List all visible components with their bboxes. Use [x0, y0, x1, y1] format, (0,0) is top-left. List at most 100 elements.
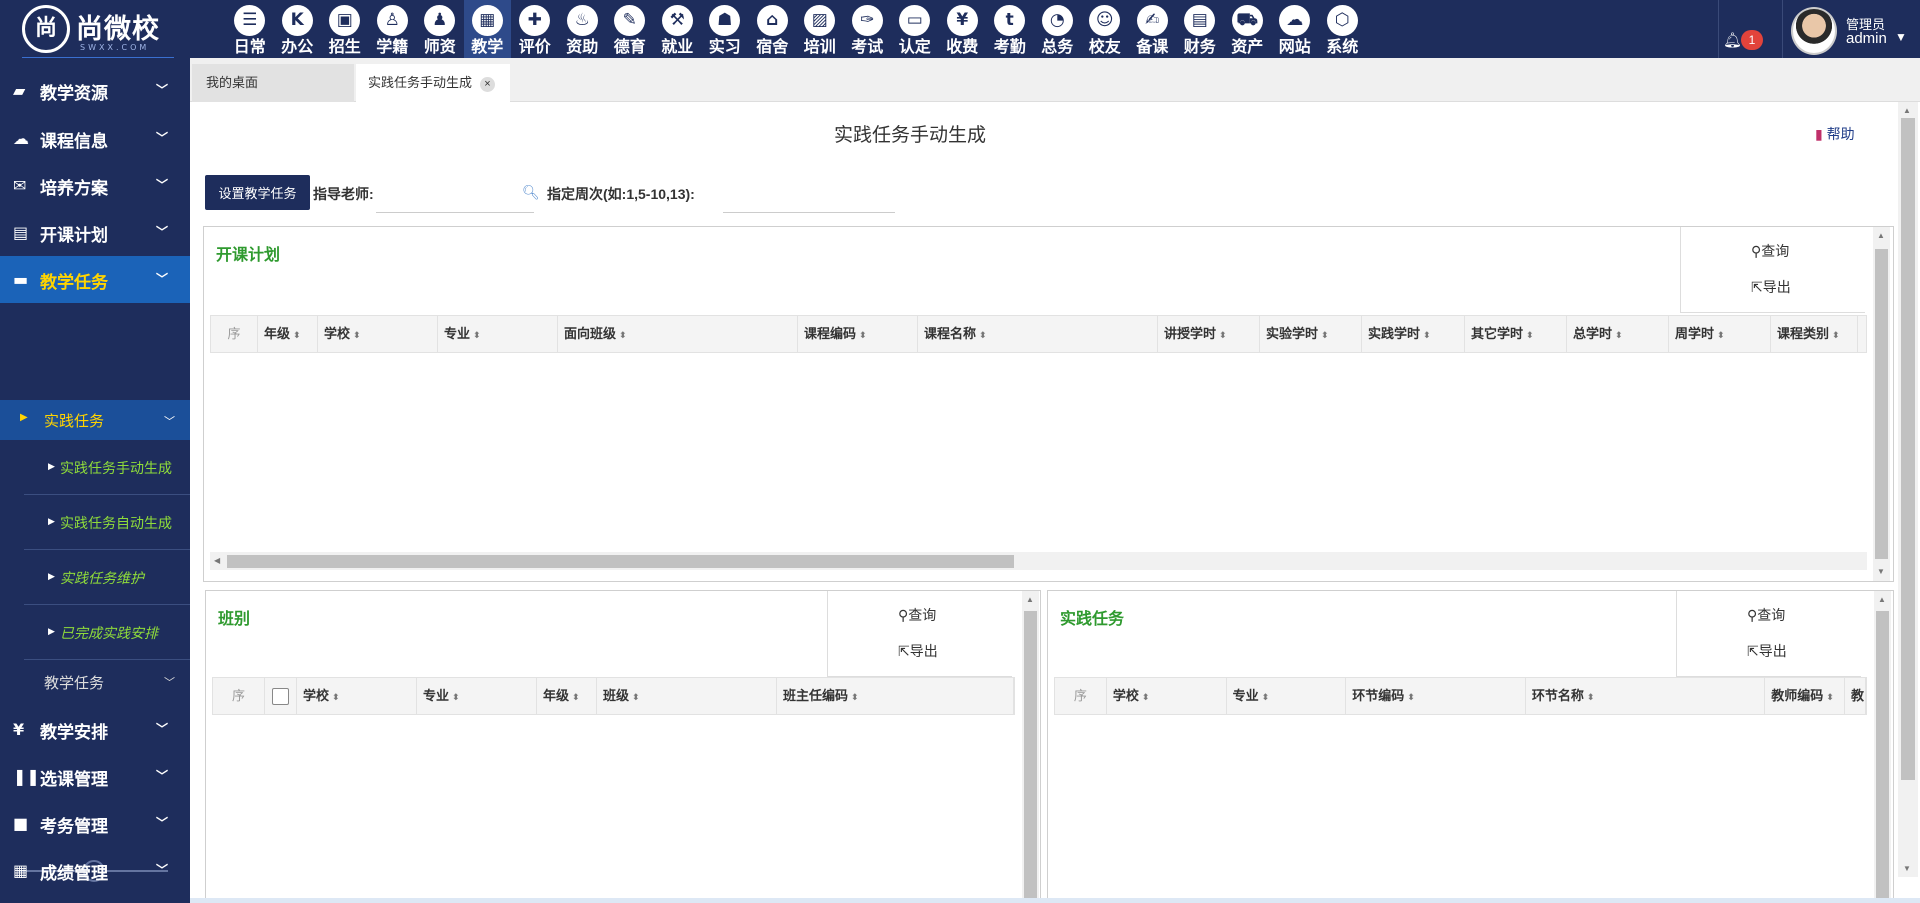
sidebar-leaf-maintain[interactable]: ▶ 实践任务维护: [24, 550, 190, 605]
scroll-up-icon[interactable]: ▲: [1026, 595, 1034, 604]
sort-icon[interactable]: ⬍: [1587, 692, 1595, 702]
sort-icon[interactable]: ⬍: [619, 330, 627, 340]
search-icon[interactable]: 🔍︎: [522, 184, 540, 201]
sort-icon[interactable]: ⬍: [452, 692, 460, 702]
nav-item-21[interactable]: ⛟ 资产: [1224, 0, 1272, 58]
sort-icon[interactable]: ⬍: [859, 330, 867, 340]
close-icon[interactable]: ×: [480, 77, 496, 92]
sort-icon[interactable]: ⬍: [632, 692, 640, 702]
column-header[interactable]: 环节编码 ⬍: [1346, 678, 1526, 714]
plan-vscroll-thumb[interactable]: [1875, 249, 1888, 559]
nav-item-17[interactable]: ◔ 总务: [1034, 0, 1082, 58]
sort-icon[interactable]: ⬍: [293, 330, 301, 340]
class-vscroll[interactable]: ▲: [1022, 591, 1039, 902]
sort-icon[interactable]: ⬍: [851, 692, 859, 702]
column-header[interactable]: 实践学时 ⬍: [1362, 316, 1465, 352]
column-header[interactable]: 年级 ⬍: [258, 316, 318, 352]
plan-hscroll-thumb[interactable]: [227, 555, 1014, 568]
nav-item-20[interactable]: ▤ 财务: [1176, 0, 1224, 58]
column-header[interactable]: 教师编码 ⬍: [1765, 678, 1846, 714]
sidebar-group-2[interactable]: ✉ 培养方案 ﹀: [0, 162, 190, 209]
sort-icon[interactable]: ⬍: [1826, 692, 1834, 702]
sort-icon[interactable]: ⬍: [1423, 330, 1431, 340]
column-header[interactable]: 课程名称 ⬍: [918, 316, 1158, 352]
nav-item-0[interactable]: ☰ 日常: [226, 0, 274, 58]
sort-icon[interactable]: ⬍: [1615, 330, 1623, 340]
nav-item-3[interactable]: ♙ 学籍: [369, 0, 417, 58]
caret-down-icon[interactable]: ▼: [1895, 30, 1907, 44]
avatar[interactable]: [1791, 7, 1837, 55]
nav-item-19[interactable]: ✍ 备课: [1129, 0, 1177, 58]
sort-icon[interactable]: ⬍: [1407, 692, 1415, 702]
column-header[interactable]: 学校 ⬍: [1107, 678, 1227, 714]
export-button[interactable]: ⇱导出: [1751, 277, 1791, 297]
nav-item-7[interactable]: ♨ 资助: [559, 0, 607, 58]
column-header[interactable]: [265, 678, 297, 714]
column-header[interactable]: 实验学时 ⬍: [1260, 316, 1362, 352]
sidebar-leaf-auto[interactable]: ▶ 实践任务自动生成: [24, 495, 190, 550]
sort-icon[interactable]: ⬍: [1717, 330, 1725, 340]
scroll-up-icon[interactable]: ▲: [1878, 595, 1886, 604]
nav-item-15[interactable]: ¥ 收费: [939, 0, 987, 58]
sort-icon[interactable]: ⬍: [979, 330, 987, 340]
scroll-up-icon[interactable]: ▲: [1903, 106, 1911, 115]
notifications[interactable]: 🔔︎ 1: [1713, 0, 1783, 58]
column-header[interactable]: 面向班级 ⬍: [558, 316, 798, 352]
page-vscroll[interactable]: ▲ ▼: [1898, 102, 1918, 877]
sort-icon[interactable]: ⬍: [353, 330, 361, 340]
nav-item-4[interactable]: ♟ 师资: [416, 0, 464, 58]
nav-item-2[interactable]: ▣ 招生: [321, 0, 369, 58]
sidebar-sub-teaching-task[interactable]: 教学任务 ﹀: [0, 660, 190, 704]
app-logo[interactable]: 尚 尚微校 SWXX.COM: [22, 5, 177, 59]
page-vscroll-thumb[interactable]: [1901, 118, 1915, 780]
plan-hscroll[interactable]: ◀: [210, 552, 1867, 570]
column-header[interactable]: 其它学时 ⬍: [1465, 316, 1567, 352]
scroll-left-icon[interactable]: ◀: [214, 556, 220, 565]
sidebar-group-1[interactable]: ☁ 课程信息 ﹀: [0, 115, 190, 162]
sidebar-group-0[interactable]: ▰ 教学资源 ﹀: [0, 67, 190, 114]
user-name[interactable]: admin: [1846, 30, 1887, 47]
column-header[interactable]: 讲授学时 ⬍: [1158, 316, 1260, 352]
column-header[interactable]: 学校 ⬍: [297, 678, 417, 714]
nav-item-5[interactable]: ▦ 教学: [463, 0, 511, 58]
task-vscroll[interactable]: ▲: [1874, 591, 1891, 902]
sort-icon[interactable]: ⬍: [1832, 330, 1840, 340]
export-button[interactable]: ⇱导出: [1747, 641, 1787, 661]
sort-icon[interactable]: ⬍: [572, 692, 580, 702]
column-header[interactable]: 周学时 ⬍: [1669, 316, 1771, 352]
column-header[interactable]: 课程编码 ⬍: [798, 316, 918, 352]
column-header[interactable]: 教⬍: [1845, 678, 1866, 714]
sort-icon[interactable]: ⬍: [332, 692, 340, 702]
sort-icon[interactable]: ⬍: [473, 330, 481, 340]
sidebar-leaf-completed[interactable]: ▶ 已完成实践安排: [24, 605, 190, 660]
sidebar-leaf-manual[interactable]: ▶ 实践任务手动生成: [24, 440, 190, 495]
task-vscroll-thumb[interactable]: [1876, 611, 1889, 901]
scroll-down-icon[interactable]: ▼: [1877, 567, 1885, 576]
column-header[interactable]: 班级 ⬍: [597, 678, 777, 714]
query-button[interactable]: ⚲查询: [1751, 241, 1789, 261]
sort-icon[interactable]: ⬍: [1142, 692, 1150, 702]
nav-item-6[interactable]: ✚ 评价: [511, 0, 559, 58]
nav-item-12[interactable]: ▨ 培训: [796, 0, 844, 58]
select-all-checkbox[interactable]: [272, 688, 289, 706]
nav-item-23[interactable]: ⬡ 系统: [1319, 0, 1367, 58]
export-button[interactable]: ⇱导出: [898, 641, 938, 661]
column-header[interactable]: 专业 ⬍: [417, 678, 537, 714]
nav-item-13[interactable]: ✑ 考试: [844, 0, 892, 58]
column-header[interactable]: 专业 ⬍: [1227, 678, 1347, 714]
tab-practice-manual[interactable]: 实践任务手动生成 ×: [356, 64, 510, 102]
plan-vscroll[interactable]: ▲ ▼: [1873, 227, 1890, 581]
sort-icon[interactable]: ⬍: [1526, 330, 1534, 340]
sidebar-sub-practice-task[interactable]: ▶ 实践任务 ﹀: [0, 400, 190, 440]
column-header[interactable]: 课程类别 ⬍: [1771, 316, 1858, 352]
column-header[interactable]: 专业 ⬍: [438, 316, 558, 352]
set-teaching-task-button[interactable]: 设置教学任务: [205, 175, 310, 210]
column-header[interactable]: 总学时 ⬍: [1567, 316, 1669, 352]
nav-item-10[interactable]: ☗ 实习: [701, 0, 749, 58]
column-header[interactable]: 班主任编码 ⬍: [777, 678, 1014, 714]
scroll-up-icon[interactable]: ▲: [1877, 231, 1885, 240]
sidebar-group-7[interactable]: ■ 考务管理 ﹀: [0, 800, 190, 847]
class-vscroll-thumb[interactable]: [1024, 611, 1037, 901]
sort-icon[interactable]: ⬍: [1321, 330, 1329, 340]
nav-item-18[interactable]: ☺ 校友: [1081, 0, 1129, 58]
